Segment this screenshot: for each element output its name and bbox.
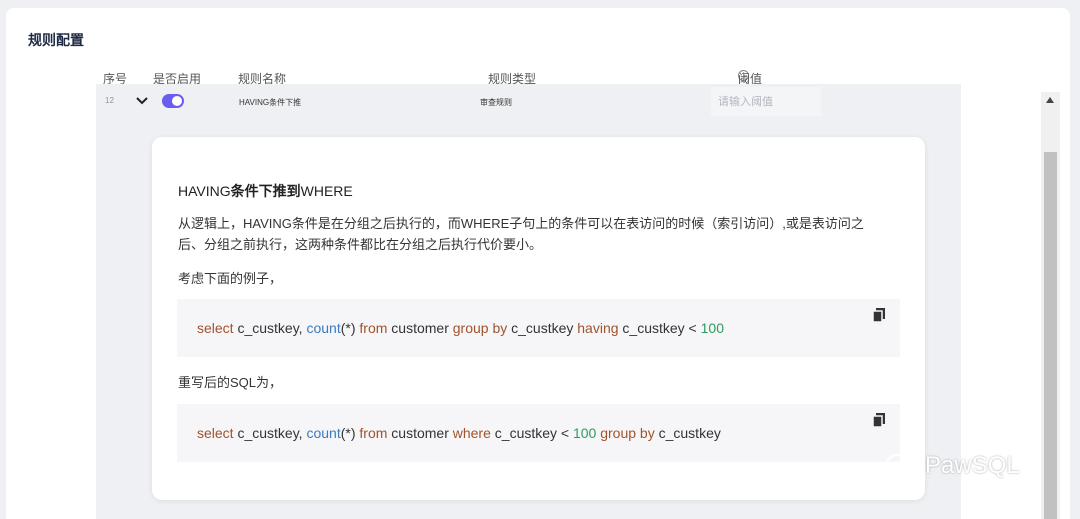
wechat-icon xyxy=(886,454,917,477)
code-token: (*) xyxy=(340,320,360,336)
row-rule-type: 审查规则 xyxy=(480,98,512,107)
code-token: c_custkey xyxy=(507,320,578,336)
rule-title-prefix: HAVING xyxy=(178,183,231,199)
copy-icon[interactable] xyxy=(872,412,886,428)
table-row-expanded: 12 HAVING条件下推 审查规则 HAVING条件下推到WHERE 从逻辑上… xyxy=(96,84,961,519)
code-line-original: select c_custkey, count(*) from customer… xyxy=(197,320,724,336)
scroll-thumb[interactable] xyxy=(1044,152,1057,519)
code-block-rewritten: select c_custkey, count(*) from customer… xyxy=(177,404,900,462)
threshold-input[interactable] xyxy=(711,87,821,116)
row-rule-name: HAVING条件下推 xyxy=(239,98,302,107)
rewrite-label: 重写后的SQL为， xyxy=(178,375,283,390)
section-title: 规则配置 xyxy=(28,32,84,48)
code-token: c_custkey, xyxy=(233,320,307,336)
watermark-text: PawSQL xyxy=(925,452,1020,479)
vertical-scrollbar[interactable] xyxy=(1041,92,1060,519)
scroll-up-arrow-icon[interactable] xyxy=(1046,97,1054,103)
row-index: 12 xyxy=(105,96,114,105)
code-token: select xyxy=(197,320,234,336)
rule-detail-panel: HAVING条件下推到WHERE 从逻辑上，HAVING条件是在分组之后执行的，… xyxy=(152,137,925,500)
code-token: group by xyxy=(600,425,655,441)
code-token: c_custkey < xyxy=(490,425,573,441)
code-token: customer xyxy=(387,425,453,441)
enable-toggle[interactable] xyxy=(162,94,184,108)
code-token: c_custkey, xyxy=(233,425,307,441)
watermark: PawSQL xyxy=(885,452,1020,480)
rule-description: 从逻辑上，HAVING条件是在分组之后执行的，而WHERE子句上的条件可以在表访… xyxy=(178,216,864,252)
chevron-down-icon[interactable] xyxy=(135,95,149,107)
rule-config-card: 规则配置 序号 是否启用 规则名称 规则类型 阈值 i 12 HAVING条件下… xyxy=(6,8,1070,519)
copy-icon[interactable] xyxy=(872,307,886,323)
code-token: from xyxy=(359,425,388,441)
code-token: having xyxy=(577,320,619,336)
column-header-threshold: 阈值 i xyxy=(738,70,762,86)
code-token: count xyxy=(306,320,341,336)
code-token: select xyxy=(197,425,234,441)
code-token: 100 xyxy=(572,425,597,441)
code-token: count xyxy=(306,425,341,441)
rule-title-bold: 条件下推到 xyxy=(230,183,301,199)
code-token: c_custkey xyxy=(654,425,721,441)
example-label: 考虑下面的例子， xyxy=(178,271,283,286)
rule-title: HAVING条件下推到WHERE xyxy=(178,181,353,201)
code-token: (*) xyxy=(340,425,360,441)
code-block-original: select c_custkey, count(*) from customer… xyxy=(177,299,900,357)
code-token: c_custkey < xyxy=(618,320,701,336)
code-token: where xyxy=(452,425,491,441)
code-token: from xyxy=(359,320,388,336)
code-token: group by xyxy=(452,320,508,336)
rule-title-suffix: WHERE xyxy=(300,183,353,199)
table-row: 12 HAVING条件下推 审查规则 xyxy=(96,84,961,120)
code-token: 100 xyxy=(700,320,724,336)
code-token: customer xyxy=(387,320,453,336)
code-line-rewritten: select c_custkey, count(*) from customer… xyxy=(197,425,721,441)
